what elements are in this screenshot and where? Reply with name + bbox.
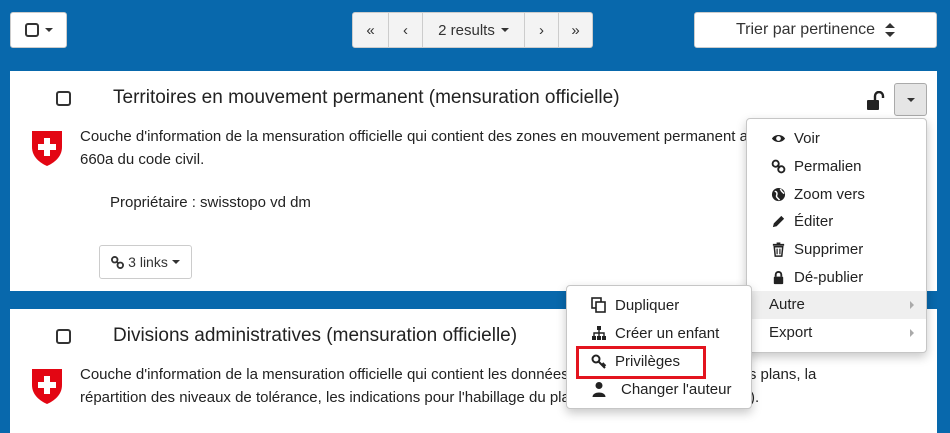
menu-item-label: Créer un enfant	[615, 324, 720, 342]
sort-dropdown[interactable]: Trier par pertinence	[694, 12, 937, 48]
lock-icon	[773, 270, 784, 284]
record-checkbox[interactable]	[56, 91, 71, 106]
menu-item-label: Supprimer	[794, 241, 864, 259]
user-icon	[592, 382, 606, 397]
menu-item-label: Permalien	[794, 158, 862, 176]
menu-item-supprimer[interactable]: Supprimer	[747, 236, 926, 264]
menu-item-changer-auteur[interactable]: Changer l'auteur	[567, 375, 751, 403]
menu-item-label: Autre	[769, 296, 805, 314]
sort-label: Trier par pertinence	[735, 21, 876, 38]
menu-item-label: Export	[769, 324, 813, 342]
trash-icon	[772, 242, 785, 257]
chevron-down-icon	[44, 28, 53, 32]
menu-item-editer[interactable]: Éditer	[747, 208, 926, 236]
record-owner: Propriétaire : swisstopo vd dm	[110, 194, 311, 211]
pencil-icon	[772, 216, 785, 228]
chevron-down-icon	[171, 260, 180, 264]
links-dropdown[interactable]: 3 links	[99, 245, 192, 279]
menu-item-label: Zoom vers	[794, 185, 865, 203]
checkbox-icon	[24, 23, 39, 37]
select-all-button[interactable]	[10, 12, 67, 48]
owner-value: swisstopo vd dm	[200, 194, 311, 211]
description-line: Couche d'information de la mensuration o…	[80, 366, 817, 383]
last-page-button[interactable]: »	[559, 12, 593, 48]
menu-item-permalien[interactable]: Permalien	[747, 153, 926, 181]
swiss-shield-icon	[32, 369, 62, 404]
globe-icon	[771, 187, 786, 201]
highlight-box	[576, 346, 706, 379]
menu-item-dupliquer[interactable]: Dupliquer	[567, 291, 751, 319]
menu-item-label: Voir	[794, 130, 820, 148]
pagination: « ‹ 2 results › »	[352, 12, 593, 48]
record-description: Couche d'information de la mensuration o…	[80, 363, 920, 409]
results-dropdown[interactable]: 2 results	[423, 12, 525, 48]
swiss-shield-icon	[32, 131, 62, 166]
chevron-right-icon	[910, 300, 914, 309]
menu-item-voir[interactable]: Voir	[747, 125, 926, 153]
owner-label: Propriétaire :	[110, 194, 201, 211]
sitemap-icon	[592, 326, 606, 340]
copy-icon	[591, 297, 606, 313]
description-line: répartition des niveaux de tolérance, le…	[80, 389, 760, 406]
record-actions-menu: Voir Permalien Zoom vers Éditer Supprime…	[746, 118, 927, 353]
record-checkbox[interactable]	[56, 329, 71, 344]
menu-item-de-publier[interactable]: Dé-publier	[747, 263, 926, 291]
menu-item-autre[interactable]: Autre	[747, 291, 926, 319]
menu-item-creer-un-enfant[interactable]: Créer un enfant	[567, 319, 751, 347]
sort-icon	[885, 23, 896, 37]
link-icon	[111, 255, 125, 269]
menu-item-label: Changer l'auteur	[621, 380, 732, 398]
record-actions-toggle[interactable]	[894, 83, 927, 116]
chevron-right-icon	[910, 328, 914, 337]
menu-item-zoom-vers[interactable]: Zoom vers	[747, 180, 926, 208]
chevron-down-icon	[500, 28, 509, 32]
menu-item-export[interactable]: Export	[747, 319, 926, 347]
next-page-button[interactable]: ›	[525, 12, 559, 48]
link-icon	[771, 159, 786, 174]
chevron-down-icon	[906, 97, 915, 102]
results-count: 2 results	[438, 21, 495, 39]
menu-item-label: Dupliquer	[615, 296, 680, 314]
prev-page-button[interactable]: ‹	[389, 12, 423, 48]
menu-item-label: Éditer	[794, 213, 834, 231]
links-label: 3 links	[128, 254, 168, 270]
eye-icon	[771, 135, 786, 143]
unlocked-icon	[867, 91, 885, 110]
record-title[interactable]: Divisions administratives (mensuration o…	[113, 325, 517, 347]
first-page-button[interactable]: «	[352, 12, 389, 48]
record-title[interactable]: Territoires en mouvement permanent (mens…	[113, 87, 620, 109]
menu-item-label: Dé-publier	[794, 268, 864, 286]
